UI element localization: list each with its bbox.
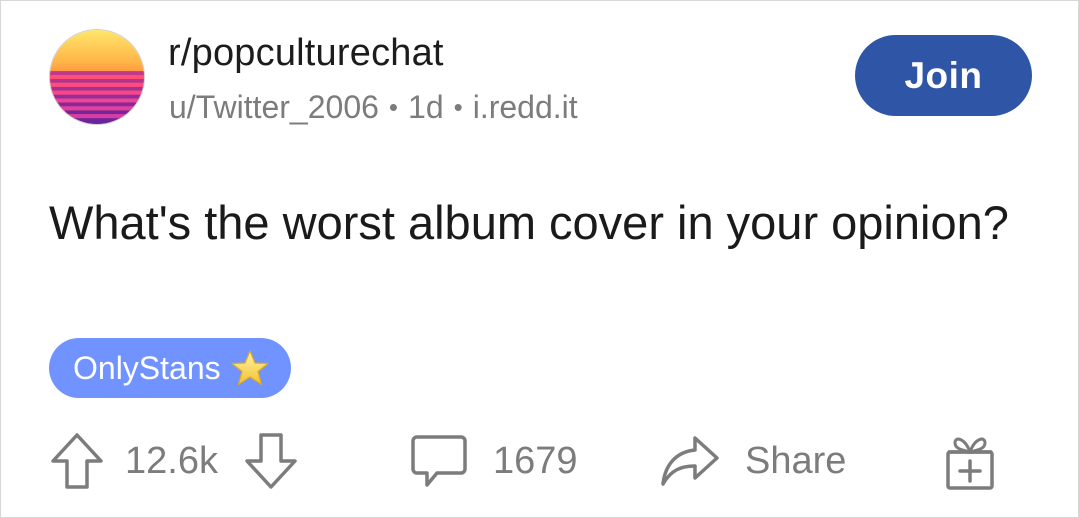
comment-count: 1679 (493, 439, 578, 482)
post-domain[interactable]: i.redd.it (473, 89, 578, 126)
subreddit-avatar[interactable] (49, 29, 145, 125)
share-arrow-icon (661, 436, 719, 486)
meta-separator: • (388, 92, 399, 122)
comments-button[interactable]: 1679 (409, 426, 578, 496)
join-button[interactable]: Join (855, 35, 1032, 116)
award-button[interactable] (943, 426, 997, 496)
upvote-arrow-icon (51, 433, 103, 489)
upvote-button[interactable] (49, 426, 105, 496)
post-flair[interactable]: OnlyStans (49, 338, 291, 398)
post-age: 1d (408, 89, 444, 125)
sunset-logo-icon (50, 30, 144, 124)
vote-score: 12.6k (125, 439, 218, 482)
flair-label: OnlyStans (73, 349, 221, 386)
downvote-arrow-icon (245, 433, 297, 489)
author-link[interactable]: u/Twitter_2006 (169, 89, 379, 126)
star-icon (231, 350, 269, 386)
downvote-button[interactable] (243, 426, 299, 496)
meta-separator: • (453, 92, 463, 122)
share-button[interactable]: Share (659, 426, 846, 496)
gift-box-icon (946, 437, 994, 490)
action-bar: 12.6k 1679 Share (49, 426, 1039, 496)
post-meta: u/Twitter_2006 • 1d • i.redd.it (169, 89, 578, 126)
post-card: r/popculturechat u/Twitter_2006 • 1d • i… (0, 0, 1079, 518)
comment-bubble-icon (411, 435, 467, 487)
share-label: Share (745, 439, 847, 482)
post-title[interactable]: What's the worst album cover in your opi… (49, 191, 1039, 255)
subreddit-name[interactable]: r/popculturechat (168, 32, 444, 75)
